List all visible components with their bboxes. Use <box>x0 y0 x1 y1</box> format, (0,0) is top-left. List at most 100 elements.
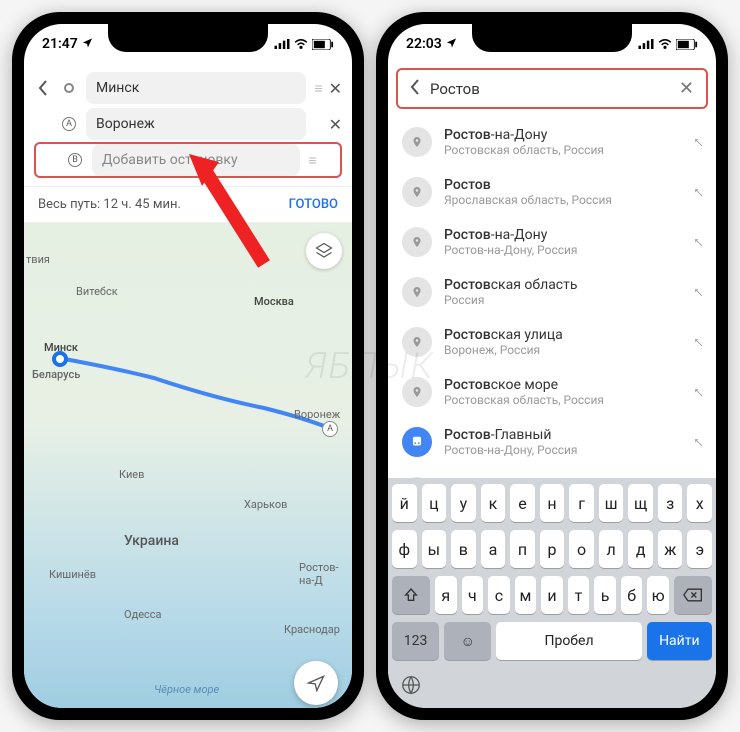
letter-key[interactable]: м <box>515 576 537 614</box>
done-button[interactable]: ГОТОВО <box>289 197 338 212</box>
clear-search-button[interactable]: ✕ <box>679 78 694 99</box>
letter-key[interactable]: н <box>540 484 565 522</box>
backspace-key[interactable] <box>674 576 712 614</box>
search-result-row[interactable]: Ростов-на-Дону Ростов-на-Дону, Россия ↑ <box>388 217 716 267</box>
letter-key[interactable]: з <box>658 484 683 522</box>
globe-key[interactable] <box>400 674 422 700</box>
insert-arrow-icon[interactable]: ↑ <box>688 232 708 252</box>
result-text: Ростовское море Ростовская область, Росс… <box>444 377 682 407</box>
map-label: Чёрное море <box>154 683 219 696</box>
pin-icon <box>402 327 432 357</box>
letter-key[interactable]: т <box>568 576 590 614</box>
insert-arrow-icon[interactable]: ↑ <box>688 282 708 302</box>
letter-key[interactable]: й <box>392 484 417 522</box>
back-button[interactable] <box>410 79 420 99</box>
letter-key[interactable]: у <box>451 484 476 522</box>
letter-key[interactable]: а <box>481 530 506 568</box>
letter-key[interactable]: к <box>481 484 506 522</box>
letter-key[interactable]: и <box>541 576 563 614</box>
add-stop-highlight: B ≡ ✕ <box>34 142 342 178</box>
map-label: Ростов-на-Д <box>299 561 352 587</box>
insert-arrow-icon[interactable]: ↑ <box>688 132 708 152</box>
locate-button[interactable] <box>294 661 338 705</box>
back-button[interactable] <box>34 80 52 96</box>
letter-key[interactable]: с <box>488 576 510 614</box>
location-arrow-icon <box>446 36 457 52</box>
letter-key[interactable]: о <box>569 530 594 568</box>
search-result-row[interactable]: Ростов-Главный Ростов-на-Дону, Россия ↑ <box>388 417 716 467</box>
map-label: Беларусь <box>32 368 80 381</box>
letter-key[interactable]: р <box>540 530 565 568</box>
letter-key[interactable]: б <box>621 576 643 614</box>
transit-icon <box>402 427 432 457</box>
search-result-row[interactable]: Ростовское море Ростовская область, Росс… <box>388 367 716 417</box>
stop-a-marker-icon: A <box>60 117 78 131</box>
result-text: Ростов-на-Дону Ростов-на-Дону, Россия <box>444 227 682 257</box>
emoji-key[interactable]: ☺ <box>444 622 491 660</box>
clear-stop-a-button[interactable]: ✕ <box>329 115 342 134</box>
letter-key[interactable]: щ <box>628 484 653 522</box>
origin-input[interactable] <box>86 72 306 104</box>
result-text: Ростов-на-Дону Ростовская область, Росси… <box>444 127 682 157</box>
letter-key[interactable]: ы <box>422 530 447 568</box>
letter-key[interactable]: д <box>628 530 653 568</box>
map-label: Москва <box>254 295 294 308</box>
numeric-key[interactable]: 123 <box>392 622 439 660</box>
drag-handle-icon[interactable]: ≡ <box>308 152 314 169</box>
search-input[interactable] <box>430 80 669 98</box>
stop-a-input[interactable] <box>86 108 306 140</box>
pin-icon <box>402 277 432 307</box>
letter-key[interactable]: ф <box>392 530 417 568</box>
result-text: Ростов Ярославская область, Россия <box>444 177 682 207</box>
map-label: Минск <box>44 341 78 354</box>
pin-icon <box>402 377 432 407</box>
letter-key[interactable]: е <box>510 484 535 522</box>
letter-key[interactable]: х <box>687 484 712 522</box>
insert-arrow-icon[interactable]: ↑ <box>688 182 708 202</box>
search-bar-highlight: ✕ <box>396 68 708 109</box>
origin-marker-icon <box>60 83 78 93</box>
route-time-text: Весь путь: 12 ч. 45 мин. <box>38 197 181 212</box>
map-canvas[interactable]: A твия Витебск Минск Беларусь Москва Вор… <box>24 223 352 708</box>
letter-key[interactable]: л <box>599 530 624 568</box>
search-result-row[interactable]: Ростов-на-Дону Ростовская область, Росси… <box>388 117 716 167</box>
letter-key[interactable]: ь <box>594 576 616 614</box>
location-arrow-icon <box>82 36 93 52</box>
letter-key[interactable]: ч <box>462 576 484 614</box>
battery-icon <box>676 36 698 52</box>
clear-origin-button[interactable]: ✕ <box>329 79 342 98</box>
result-text: Ростов-Главный Ростов-на-Дону, Россия <box>444 427 682 457</box>
layers-button[interactable] <box>306 233 342 269</box>
letter-key[interactable]: ж <box>658 530 683 568</box>
letter-key[interactable]: я <box>435 576 457 614</box>
signal-icon <box>274 36 290 52</box>
space-key[interactable]: Пробел <box>496 622 641 660</box>
route-summary: Весь путь: 12 ч. 45 мин. ГОТОВО <box>24 187 352 223</box>
letter-key[interactable]: п <box>510 530 535 568</box>
battery-icon <box>312 36 334 52</box>
search-key[interactable]: Найти <box>647 622 712 660</box>
letter-key[interactable]: ш <box>599 484 624 522</box>
search-result-row[interactable]: Ростов Ярославская область, Россия ↑ <box>388 167 716 217</box>
add-stop-input[interactable] <box>92 144 300 176</box>
phone-right: 22:03 ✕ <box>376 12 728 720</box>
wifi-icon <box>658 36 672 52</box>
search-result-row[interactable]: Ростовская область Россия ↑ <box>388 267 716 317</box>
map-label: Харьков <box>244 498 287 511</box>
insert-arrow-icon[interactable]: ↑ <box>688 332 708 352</box>
map-label: Витебск <box>76 285 118 298</box>
letter-key[interactable]: ц <box>422 484 447 522</box>
pin-icon <box>402 227 432 257</box>
letter-key[interactable]: г <box>569 484 594 522</box>
letter-key[interactable]: э <box>687 530 712 568</box>
letter-key[interactable]: в <box>451 530 476 568</box>
search-result-row[interactable]: Ростовская улица Воронеж, Россия ↑ <box>388 317 716 367</box>
drag-handle-icon[interactable]: ≡ <box>314 80 320 97</box>
status-time: 21:47 <box>42 36 78 52</box>
insert-arrow-icon[interactable]: ↑ <box>688 432 708 452</box>
map-label: Украина <box>124 533 179 549</box>
letter-key[interactable]: ю <box>647 576 669 614</box>
insert-arrow-icon[interactable]: ↑ <box>688 382 708 402</box>
shift-key[interactable] <box>392 576 430 614</box>
phone-left: 21:47 ≡ <box>12 12 364 720</box>
